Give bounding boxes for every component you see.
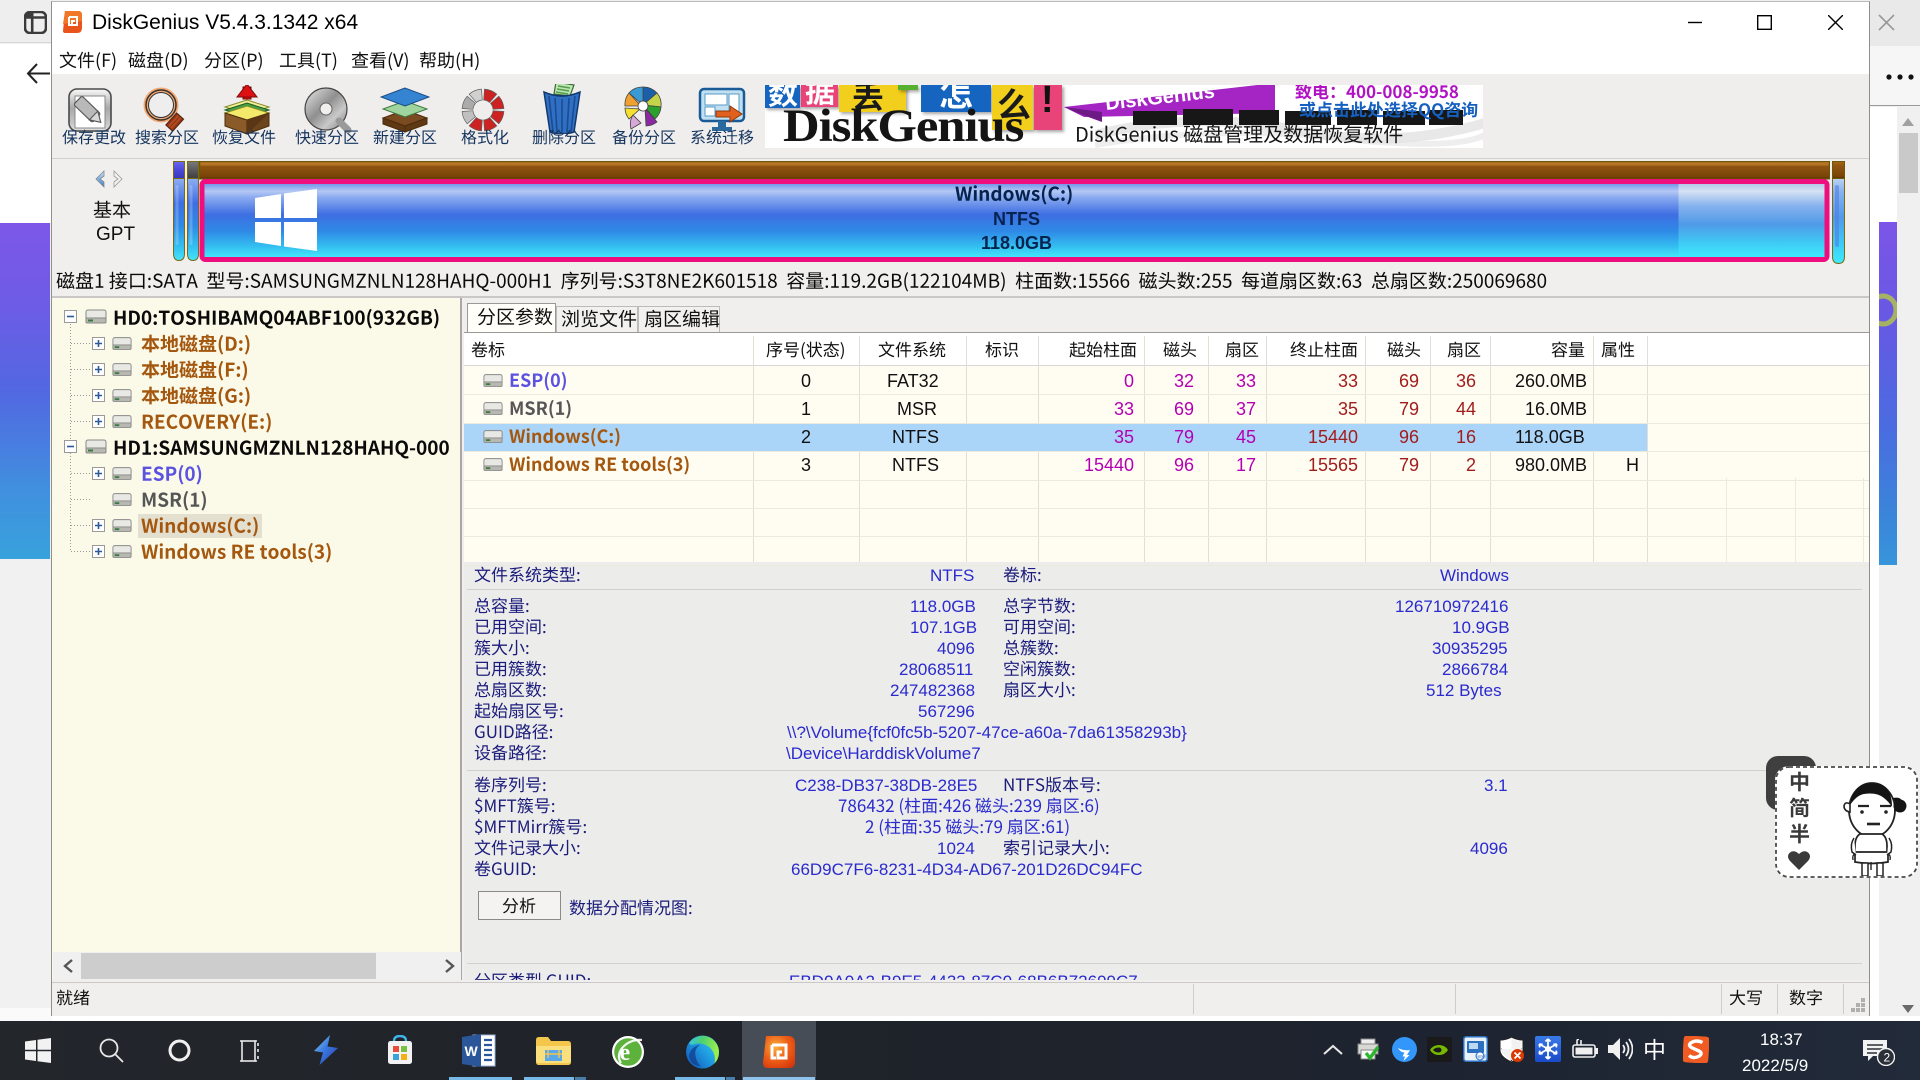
svg-text:W: W: [465, 1043, 479, 1059]
svg-text:2: 2: [1884, 1051, 1891, 1065]
svg-text:intel: intel: [1477, 1055, 1486, 1061]
